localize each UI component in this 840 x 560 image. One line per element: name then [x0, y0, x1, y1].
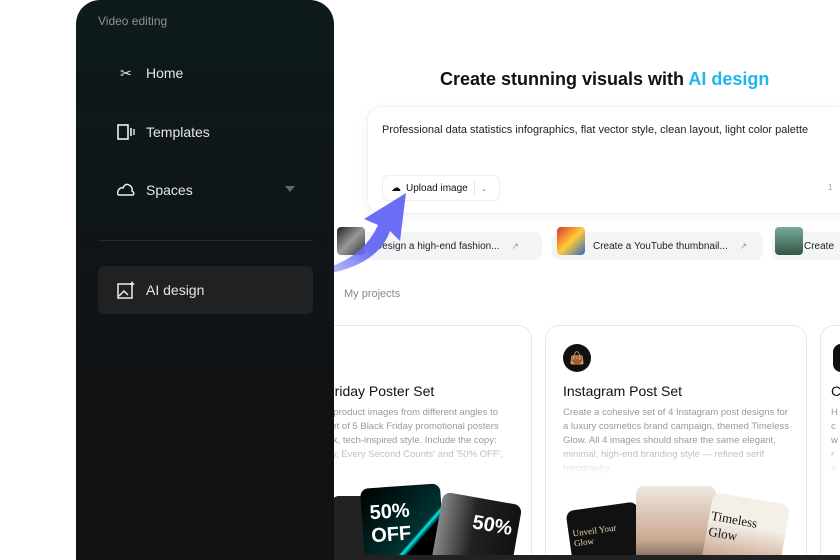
project-card[interactable]: C H c w r a [820, 325, 840, 560]
sidebar-item-label: Home [146, 65, 184, 81]
chevron-down-icon[interactable]: ⌄ [481, 184, 488, 193]
sidebar-item-templates[interactable]: Templates [98, 108, 313, 156]
poster-image: 50% [429, 491, 523, 560]
divider [98, 240, 313, 241]
post-image: Unveil Your Glow [565, 501, 647, 560]
project-card[interactable]: 👜 Instagram Post Set Create a cohesive s… [545, 325, 807, 560]
image-sparkle-icon [116, 280, 136, 300]
prompt-input[interactable]: Professional data statistics infographic… [382, 123, 827, 138]
suggestion-chip[interactable]: Create [772, 227, 840, 260]
sidebar-item-label: Templates [146, 124, 210, 140]
card-title: C [831, 383, 840, 399]
card-description: Create a cohesive set of 4 Instagram pos… [563, 407, 789, 474]
my-projects-tab[interactable]: My projects [344, 288, 400, 300]
arrow-up-right-icon: ↗ [739, 240, 748, 251]
suggestion-thumbnail [775, 227, 803, 255]
poster-text: OFF [370, 522, 412, 548]
sidebar-item-label: AI design [146, 282, 205, 298]
post-text: Unveil Your Glow [571, 522, 617, 549]
scissors-icon: ✂ [120, 64, 132, 81]
project-icon [833, 344, 840, 372]
page-title: Create stunning visuals with AI design [440, 69, 769, 90]
suggestion-chip[interactable]: Create a YouTube thumbnail... ↗ [552, 227, 763, 260]
char-counter: 1 [828, 183, 833, 192]
caret-down-icon[interactable] [285, 186, 295, 192]
bag-icon: 👜 [563, 344, 591, 372]
arrow-up-right-icon: ↗ [511, 240, 520, 251]
card-title: Instagram Post Set [563, 383, 683, 399]
suggestion-thumbnail [557, 227, 585, 255]
poster-text: 50% [368, 499, 411, 525]
templates-icon [116, 122, 136, 142]
sidebar-item-spaces[interactable]: Spaces [98, 166, 313, 214]
sidebar-section-title: Video editing [98, 14, 168, 28]
sidebar-item-label: Spaces [146, 182, 193, 198]
suggestion-label: Create [804, 240, 835, 252]
cloud-icon [116, 180, 136, 200]
post-image: Timeless Glow [699, 491, 791, 560]
prompt-box[interactable]: Professional data statistics infographic… [367, 106, 840, 214]
sidebar-item-home[interactable]: ✂ Home [98, 49, 313, 97]
sidebar: Video editing ✂ Home Templates Spaces AI … [76, 0, 334, 560]
divider [473, 181, 475, 195]
sidebar-item-ai-design[interactable]: AI design [98, 266, 313, 314]
post-text: Timeless Glow [707, 507, 759, 544]
suggestion-label: Create a YouTube thumbnail... [593, 240, 728, 252]
title-text: Create stunning visuals with [440, 69, 689, 89]
title-accent: AI design [688, 69, 770, 89]
card-description: H c w r a [831, 407, 838, 474]
bottom-bar [334, 555, 840, 560]
